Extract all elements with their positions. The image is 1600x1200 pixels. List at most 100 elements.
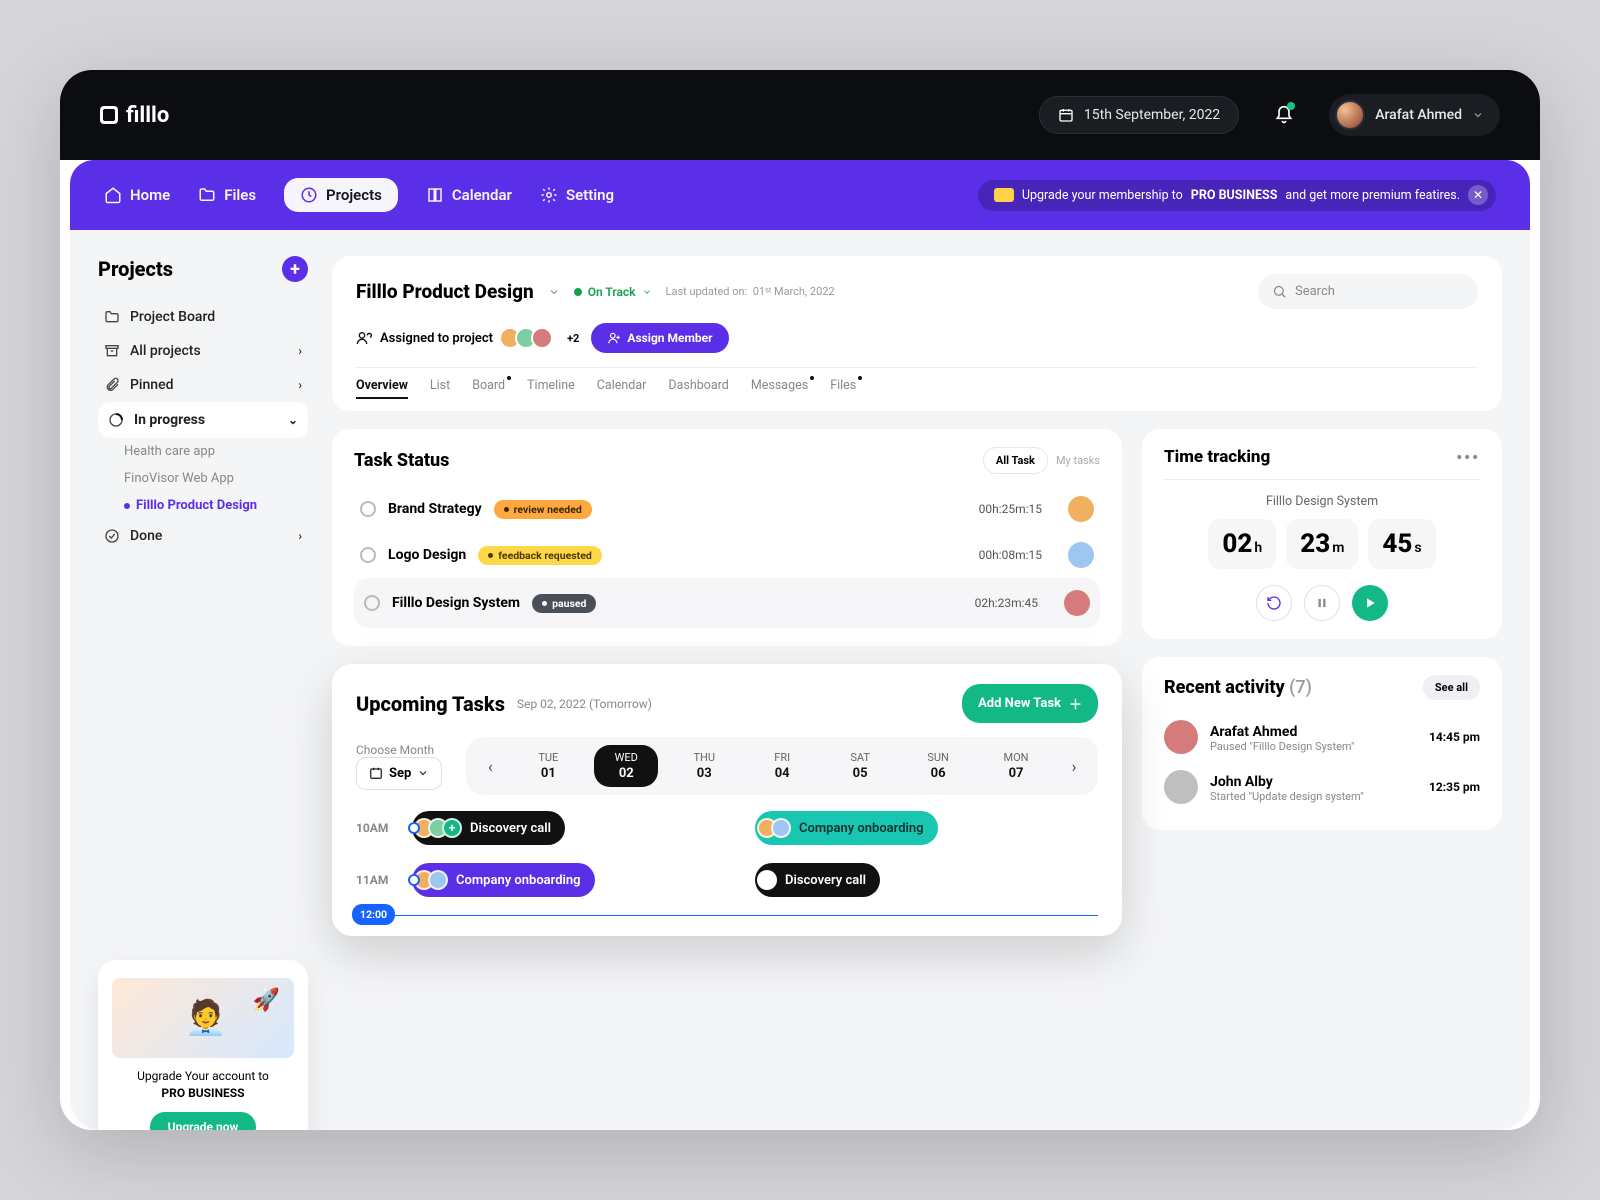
filter-my-tasks[interactable]: My tasks <box>1056 454 1100 467</box>
avatar <box>1064 590 1090 616</box>
activity-item[interactable]: Arafat AhmedPaused "Filllo Design System… <box>1164 712 1480 762</box>
day-cell[interactable]: SAT05 <box>828 751 892 781</box>
tab-overview[interactable]: Overview <box>356 378 408 393</box>
banner-close[interactable]: ✕ <box>1468 185 1488 205</box>
nav-calendar[interactable]: Calendar <box>426 186 512 204</box>
tab-timeline[interactable]: Timeline <box>527 378 575 393</box>
add-project-button[interactable]: + <box>282 256 308 282</box>
brand-name: filllo <box>126 103 169 128</box>
assign-member-button[interactable]: Assign Member <box>591 323 728 353</box>
calendar-icon <box>1058 107 1074 123</box>
task-row[interactable]: Logo Design feedback requested 00h:08m:1… <box>354 532 1100 578</box>
search-input[interactable]: Search <box>1258 274 1478 309</box>
day-cell[interactable]: MON07 <box>984 751 1048 781</box>
chevron-down-icon <box>1472 109 1484 121</box>
see-all-button[interactable]: See all <box>1423 675 1480 700</box>
task-status-title: Task Status <box>354 450 449 471</box>
upcoming-title: Upcoming Tasks <box>356 692 505 716</box>
month-select[interactable]: Sep <box>356 757 442 790</box>
crown-icon <box>994 188 1014 202</box>
nav-files[interactable]: Files <box>198 186 256 204</box>
user-plus-icon <box>607 331 621 345</box>
upgrade-banner: Upgrade your membership to PRO BUSINESS … <box>978 180 1496 211</box>
book-icon <box>426 186 444 204</box>
status-tag: feedback requested <box>478 546 602 565</box>
notifications-button[interactable] <box>1263 94 1305 136</box>
nav-projects[interactable]: Projects <box>284 178 398 212</box>
filter-all-task[interactable]: All Task <box>983 447 1048 474</box>
radio-icon[interactable] <box>360 547 376 563</box>
task-status-panel: Task Status All Task My tasks Brand Stra… <box>332 429 1122 646</box>
project-tabs: Overview List Board Timeline Calendar Da… <box>356 367 1478 393</box>
sidebar-sub-finovisor[interactable]: FinoVisor Web App <box>98 471 308 486</box>
nav-settings[interactable]: Setting <box>540 186 614 204</box>
chevron-down-icon: ⌄ <box>288 413 298 427</box>
pause-icon <box>1315 596 1329 610</box>
status-tag: paused <box>532 594 596 613</box>
last-updated: Last updated on: 01ˢᵗ March, 2022 <box>666 285 835 298</box>
day-cell[interactable]: THU03 <box>672 751 736 781</box>
avatar <box>1164 770 1198 804</box>
time-seconds: 45s <box>1368 519 1435 569</box>
task-row[interactable]: Filllo Design System paused 02h:23m:45 <box>354 578 1100 628</box>
chevron-down-icon <box>642 287 652 297</box>
sidebar-item-pinned[interactable]: Pinned › <box>98 368 308 402</box>
event-discovery-call[interactable]: Discovery call <box>755 863 880 897</box>
time-label: 11AM <box>356 873 412 887</box>
day-next[interactable]: › <box>1062 754 1086 778</box>
tab-calendar[interactable]: Calendar <box>597 378 647 393</box>
event-company-onboarding[interactable]: Company onboarding <box>412 863 595 897</box>
upgrade-button[interactable]: Upgrade now <box>150 1112 257 1130</box>
tab-list[interactable]: List <box>430 378 450 393</box>
timer-reset-button[interactable] <box>1256 585 1292 621</box>
chevron-right-icon: › <box>298 344 302 358</box>
radio-icon[interactable] <box>360 501 376 517</box>
status-badge[interactable]: On Track <box>574 285 652 299</box>
upgrade-card: Upgrade Your account toPRO BUSINESS Upgr… <box>98 960 308 1130</box>
play-icon <box>1363 596 1377 610</box>
upcoming-tasks-panel: Upcoming Tasks Sep 02, 2022 (Tomorrow) A… <box>332 664 1122 936</box>
app-shell: filllo 15th September, 2022 Arafat Ahmed… <box>60 70 1540 1130</box>
radio-icon[interactable] <box>364 595 380 611</box>
chevron-down-icon <box>417 767 429 779</box>
main: Filllo Product Design On Track Last upda… <box>332 256 1502 1130</box>
tab-dashboard[interactable]: Dashboard <box>668 378 728 393</box>
time-minutes: 23m <box>1286 519 1358 569</box>
nav-home[interactable]: Home <box>104 186 170 204</box>
now-time: 12:00 <box>352 904 395 925</box>
event-company-onboarding[interactable]: Company onboarding <box>755 811 938 845</box>
plus-icon: ＋ <box>1069 694 1082 713</box>
sidebar-sub-filllo[interactable]: Filllo Product Design <box>98 498 308 513</box>
sidebar-item-all[interactable]: All projects › <box>98 334 308 368</box>
sidebar-sub-healthcare[interactable]: Health care app <box>98 444 308 459</box>
date-picker[interactable]: 15th September, 2022 <box>1039 96 1239 134</box>
sidebar-item-inprogress[interactable]: In progress ⌄ <box>98 402 308 438</box>
sidebar-item-board[interactable]: Project Board <box>98 300 308 334</box>
day-cell[interactable]: WED02 <box>594 745 658 787</box>
tab-board[interactable]: Board <box>472 378 505 393</box>
sidebar-item-done[interactable]: Done › <box>98 519 308 553</box>
day-prev[interactable]: ‹ <box>478 754 502 778</box>
day-cell[interactable]: FRI04 <box>750 751 814 781</box>
time-tracking-title: Time tracking <box>1164 447 1270 467</box>
tab-files[interactable]: Files <box>830 378 856 393</box>
more-menu[interactable]: ••• <box>1456 448 1480 467</box>
event-discovery-call[interactable]: +Discovery call <box>412 811 565 845</box>
tab-messages[interactable]: Messages <box>751 378 808 393</box>
add-task-button[interactable]: Add New Task ＋ <box>962 684 1098 723</box>
task-row[interactable]: Brand Strategy review needed 00h:25m:15 <box>354 486 1100 532</box>
avatar <box>1068 496 1094 522</box>
timer-play-button[interactable] <box>1352 585 1388 621</box>
user-menu[interactable]: Arafat Ahmed <box>1329 94 1500 136</box>
recent-activity-title: Recent activity (7) <box>1164 677 1312 698</box>
chevron-down-icon[interactable] <box>548 286 560 298</box>
day-cell[interactable]: SUN06 <box>906 751 970 781</box>
chevron-right-icon: › <box>298 529 302 543</box>
recent-activity-panel: Recent activity (7) See all Arafat Ahmed… <box>1142 657 1502 830</box>
timer-pause-button[interactable] <box>1304 585 1340 621</box>
day-cell[interactable]: TUE01 <box>516 751 580 781</box>
avatar <box>1335 100 1365 130</box>
activity-item[interactable]: John AlbyStarted "Update design system" … <box>1164 762 1480 812</box>
upcoming-subtitle: Sep 02, 2022 (Tomorrow) <box>517 697 652 711</box>
sidebar-title: Projects <box>98 257 173 281</box>
